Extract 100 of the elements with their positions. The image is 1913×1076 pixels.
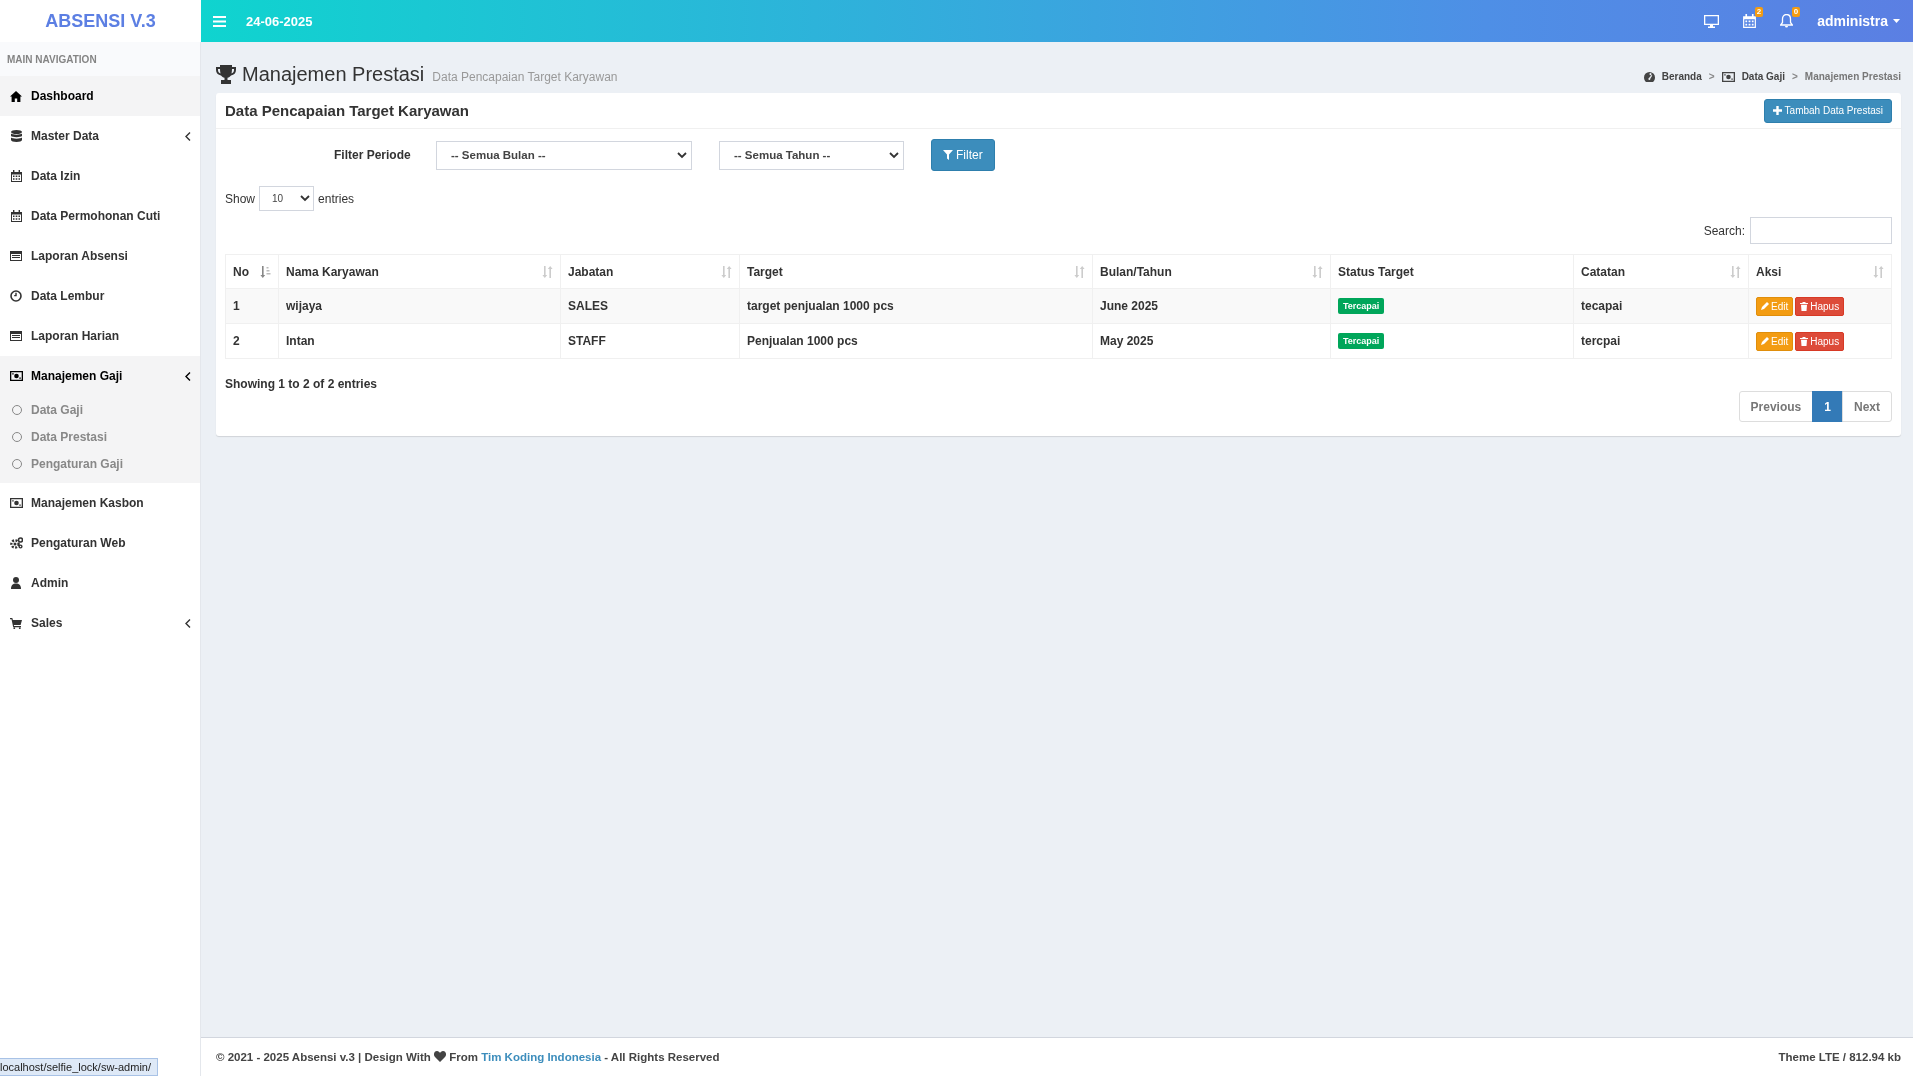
table-cell: tercpai [1581,334,1621,348]
menu-icon [213,15,226,27]
nav-item[interactable]: Dashboard [0,76,200,116]
nav-item[interactable]: Data Permohonan Cuti [0,196,200,236]
column-header[interactable]: Target [747,264,783,279]
filter-label: Filter Periode [334,148,412,162]
breadcrumb-separator: > [1708,71,1715,82]
dashboard-icon [1643,71,1655,82]
calendar-badge: 2 [1754,7,1764,17]
status-badge: Tercapai [1338,333,1385,349]
column-header[interactable]: Catatan [1581,264,1625,279]
monitor-icon [1704,14,1720,28]
sort-icon [1873,265,1884,278]
cart-icon [10,617,22,629]
money-icon [1721,71,1735,82]
table-cell: tecapai [1581,299,1623,313]
month-select[interactable]: -- Semua Bulan -- [436,140,692,170]
nav-item[interactable]: Admin [0,563,200,603]
nav-item[interactable]: Manajemen Kasbon [0,483,200,523]
clock-icon [10,290,22,302]
column-header[interactable]: No [233,264,249,279]
show-label: Show [225,191,256,206]
trophy-icon [216,65,236,84]
chevron-icon [185,618,191,628]
sort-icon [1730,265,1741,278]
sort-asc-icon [260,265,271,278]
chevron-down-icon [300,195,311,202]
table-cell: target penjualan 1000 pcs [747,299,894,313]
table-info: Showing 1 to 2 of 2 entries [224,376,379,391]
calendar-icon [10,170,22,182]
bell-icon [1780,14,1794,28]
notification-badge: 0 [1791,7,1801,17]
breadcrumb-current: Manajemen Prestasi [1804,71,1901,82]
nav-item[interactable]: Master Data [0,116,200,156]
entries-label: entries [318,191,355,206]
table-cell: 2 [233,334,240,348]
breadcrumb-separator: > [1792,71,1798,82]
sort-icon [1312,265,1323,278]
sort-icon [721,265,732,278]
search-field[interactable] [1750,217,1892,244]
pencil-icon [1761,337,1769,345]
nav-item[interactable]: Manajemen Gaji [0,356,200,396]
calendar-icon [10,210,22,222]
breadcrumb-link[interactable]: Data Gaji [1741,71,1785,82]
column-header[interactable]: Status Target [1338,264,1414,279]
nav-item[interactable]: Data Lembur [0,276,200,316]
table-cell: 1 [233,299,240,313]
footer-credit: © 2021 - 2025 Absensi v.3 | Design With From Tim Koding Indonesia - All Rights Reserved [216,1051,720,1063]
nav-item[interactable]: Laporan Absensi [0,236,200,276]
calendar-icon [1743,14,1757,28]
status-badge: Tercapai [1338,298,1385,314]
table-cell: Penjualan 1000 pcs [747,334,858,348]
footer-version: Theme LTE / 812.94 kb [1778,1051,1901,1063]
page-subtitle: Data Pencapaian Target Karyawan [432,70,618,86]
user-icon [11,577,21,589]
trash-icon [1800,301,1809,311]
pagination-button[interactable]: 1 [1812,391,1843,422]
user-menu[interactable]: administra [1817,13,1900,29]
chevron-icon [185,371,191,381]
entries-select[interactable]: 10 [259,186,315,211]
pagination-button[interactable]: Previous [1738,391,1814,422]
column-header[interactable]: Bulan/Tahun [1100,264,1172,279]
filter-button[interactable]: Filter [931,139,995,171]
pagination-button[interactable]: Next [1842,391,1892,422]
nav-header: MAIN NAVIGATION [0,42,200,76]
nav-item[interactable]: Data Izin [0,156,200,196]
box-title: Data Pencapaian Target Karyawan [225,102,469,119]
delete-button[interactable]: Hapus [1795,331,1845,351]
caret-icon [1893,19,1900,23]
column-header[interactable]: Nama Karyawan [286,264,379,279]
home-icon [10,90,22,102]
money-icon [9,498,23,508]
table-cell: June 2025 [1100,299,1159,313]
chevron-down-icon [889,151,899,159]
list-icon [10,331,22,341]
filter-icon [943,150,953,160]
add-button[interactable]: Tambah Data Prestasi [1763,98,1892,123]
table-cell: STAFF [568,334,606,348]
delete-button[interactable]: Hapus [1795,296,1845,316]
column-header[interactable]: Jabatan [568,264,614,279]
money-icon [9,371,23,381]
table-cell: Intan [286,334,315,348]
chevron-icon [185,131,191,141]
nav-item[interactable]: Laporan Harian [0,316,200,356]
table-cell: SALES [568,299,608,313]
pencil-icon [1761,302,1769,310]
chevron-down-icon [677,151,687,159]
trash-icon [1800,336,1809,346]
footer-link[interactable]: Tim Koding Indonesia [481,1051,602,1063]
nav-item[interactable]: Sales [0,603,200,643]
heart-icon [434,1051,447,1062]
current-date: 24-06-2025 [246,13,313,29]
column-header[interactable]: Aksi [1756,264,1782,279]
plus-icon [1772,106,1782,115]
status-url: localhost/selfie_lock/sw-admin/ [0,1058,158,1076]
breadcrumb-link[interactable]: Beranda [1661,71,1702,82]
database-icon [10,130,22,142]
table-cell: wijaya [286,299,323,313]
year-select[interactable]: -- Semua Tahun -- [719,140,904,170]
nav-item[interactable]: Pengaturan Web [0,523,200,563]
